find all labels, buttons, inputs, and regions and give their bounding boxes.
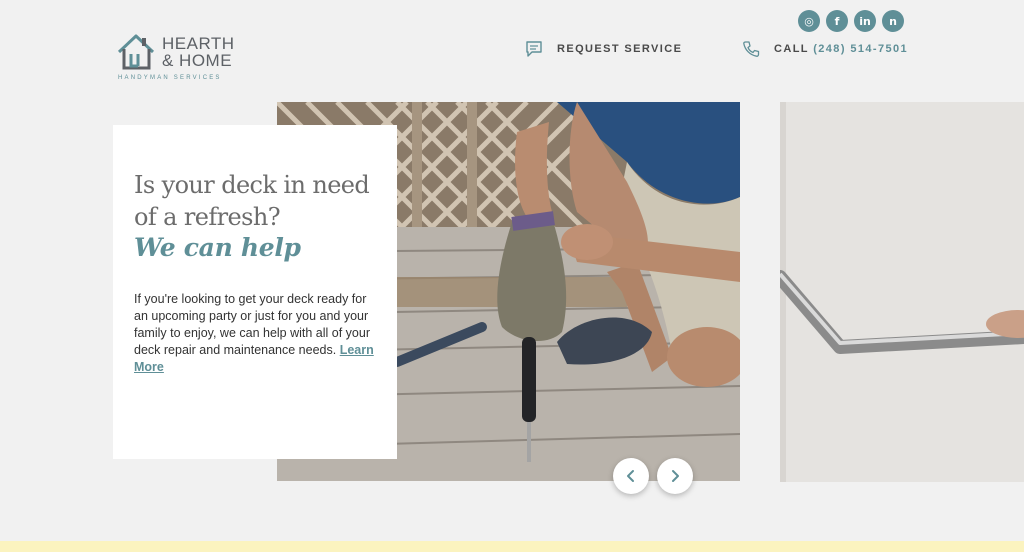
call-prefix: CALL xyxy=(774,43,809,55)
slider-prev-button[interactable] xyxy=(613,458,649,494)
phone-number: (248) 514-7501 xyxy=(813,43,909,55)
linkedin-icon[interactable]: in xyxy=(854,10,876,32)
logo-line2: & HOME xyxy=(162,51,233,70)
hero-accent-heading: We can help xyxy=(134,233,301,262)
slider-next-button[interactable] xyxy=(657,458,693,494)
call-label: CALL (248) 514-7501 xyxy=(774,43,908,55)
side-grab-bar-photo xyxy=(780,102,1024,482)
instagram-icon[interactable]: ◎ xyxy=(798,10,820,32)
hero-body-text: If you're looking to get your deck ready… xyxy=(134,292,370,357)
nextdoor-icon[interactable]: n xyxy=(882,10,904,32)
facebook-icon[interactable]: f xyxy=(826,10,848,32)
site-logo[interactable]: HEARTH & HOME HANDYMAN SERVICES xyxy=(116,32,246,86)
request-service-label: REQUEST SERVICE xyxy=(557,43,683,55)
chevron-right-icon xyxy=(672,470,679,482)
chevron-left-icon xyxy=(627,470,634,482)
social-links: ◎ f in n xyxy=(798,10,904,32)
hero-text-card: Is your deck in need of a refresh? We ca… xyxy=(113,125,397,459)
chat-bubble-icon xyxy=(526,41,542,57)
call-link[interactable]: CALL (248) 514-7501 xyxy=(742,40,908,58)
logo-tagline: HANDYMAN SERVICES xyxy=(118,75,222,81)
hero-body: If you're looking to get your deck ready… xyxy=(134,291,379,376)
request-service-link[interactable]: REQUEST SERVICE xyxy=(525,40,682,58)
house-icon xyxy=(117,34,155,70)
footer-strip xyxy=(0,541,1024,552)
phone-icon xyxy=(743,41,760,57)
hero-heading: Is your deck in need of a refresh? xyxy=(134,171,370,231)
